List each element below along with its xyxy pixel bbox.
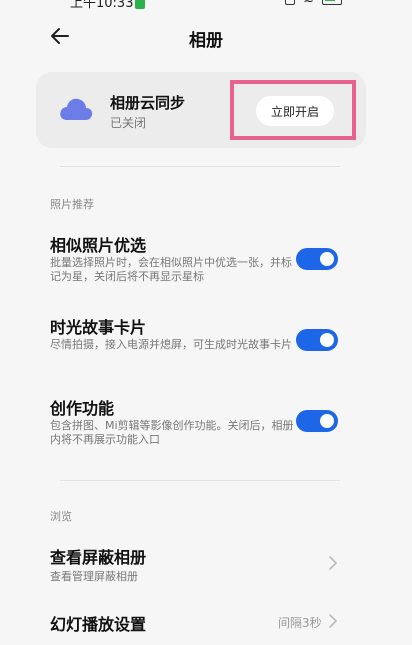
setting-similar-photos-desc: 批量选择照片时，会在相似照片中优选一张，并标记为星，关闭后将不再显示星标	[50, 256, 292, 283]
toggle-knob	[320, 252, 334, 266]
setting-creation-title: 创作功能	[50, 399, 115, 418]
status-time: 上午10:33	[70, 0, 146, 11]
divider	[60, 480, 340, 481]
similar-photos-toggle[interactable]	[296, 248, 338, 270]
status-icons: ≋	[285, 0, 342, 7]
slideshow-settings-title[interactable]: 幻灯播放设置	[50, 611, 146, 635]
setting-time-story-desc: 尽情拍摄，接入电源并熄屏，可生成时光故事卡片	[50, 338, 292, 351]
hidden-album-subtitle: 查看管理屏蔽相册	[50, 570, 138, 583]
toggle-knob	[320, 333, 334, 347]
slideshow-interval-value: 间隔3秒	[278, 616, 322, 630]
setting-similar-photos-title: 相似照片优选	[50, 236, 147, 255]
hidden-album-title[interactable]: 查看屏蔽相册	[50, 544, 146, 568]
chevron-right-icon	[329, 556, 337, 570]
toggle-knob	[320, 414, 334, 428]
setting-time-story-title: 时光故事卡片	[50, 318, 147, 337]
setting-creation-desc: 包含拼图、Mi剪辑等影像创作功能。关闭后，相册内将不再展示功能入口	[50, 419, 294, 446]
section-label-browse: 浏览	[50, 510, 72, 523]
status-time-text: 上午10:33	[70, 0, 134, 11]
highlight-annotation	[230, 80, 356, 140]
time-story-toggle[interactable]	[296, 329, 338, 351]
cloud-sync-title: 相册云同步	[110, 94, 186, 112]
notification-icon	[135, 0, 146, 9]
status-bar: 上午10:33 ≋	[0, 0, 412, 11]
page-title: 相册	[189, 31, 223, 51]
wifi-icon: ≋	[303, 0, 314, 7]
creation-toggle[interactable]	[296, 410, 338, 432]
cloud-icon	[60, 98, 93, 120]
chevron-right-icon	[329, 614, 337, 628]
sim-icon	[285, 0, 296, 5]
divider	[60, 166, 340, 167]
battery-icon	[322, 0, 342, 5]
header: 相册	[0, 20, 412, 54]
cloud-sync-status: 已关闭	[110, 116, 147, 130]
section-label-photo-recommend: 照片推荐	[50, 198, 94, 211]
